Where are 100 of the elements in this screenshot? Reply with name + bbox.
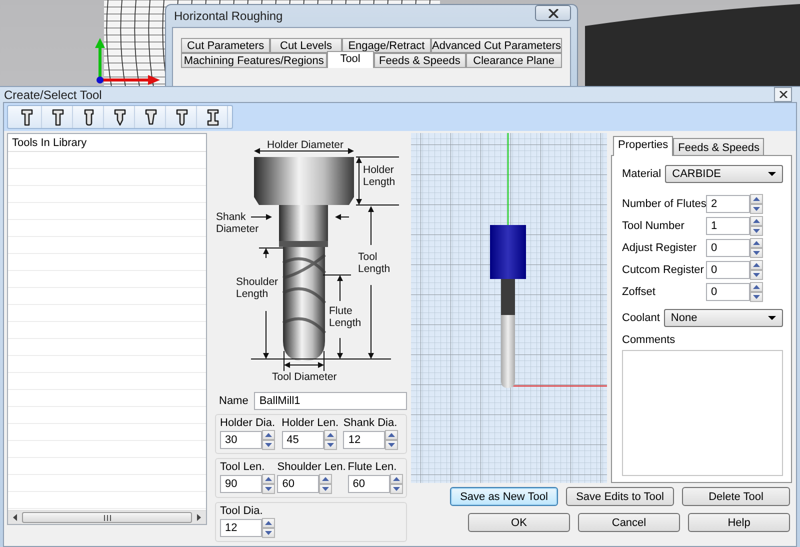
comments-field[interactable] (622, 350, 783, 476)
up-arrow-icon (392, 477, 400, 481)
spin-up-button[interactable] (750, 260, 763, 270)
spin-up-button[interactable] (319, 474, 332, 484)
tab[interactable]: Advanced Cut Parameters (430, 38, 562, 53)
field-label: Name (219, 395, 248, 407)
spin-down-button[interactable] (262, 440, 275, 450)
left-arrow-icon (13, 514, 17, 521)
close-button[interactable] (535, 5, 571, 21)
down-arrow-icon (388, 443, 396, 447)
spin-up-button[interactable] (750, 216, 763, 226)
spin-down-button[interactable] (324, 440, 337, 450)
coolant-dropdown[interactable]: None (664, 309, 783, 327)
number-field[interactable]: 12 (220, 519, 262, 537)
spin-up-button[interactable] (262, 430, 275, 440)
number-field[interactable]: 60 (277, 475, 320, 493)
spin-down-button[interactable] (750, 226, 763, 236)
down-arrow-icon (753, 273, 760, 277)
dialog-button[interactable]: OK (468, 513, 570, 532)
up-arrow-icon (265, 477, 272, 481)
spin-down-button[interactable] (262, 484, 275, 494)
down-arrow-icon (753, 295, 760, 299)
field-label: Shank Dia. (343, 417, 398, 429)
tab[interactable]: Cut Parameters (181, 38, 270, 53)
number-field[interactable]: 1 (706, 217, 750, 235)
down-arrow-icon (392, 487, 400, 491)
spin-down-button[interactable] (319, 484, 332, 494)
dimension-label: Tool Diameter (272, 371, 337, 383)
horizontal-scrollbar[interactable] (8, 510, 206, 524)
name-field[interactable]: BallMill1 (254, 392, 407, 410)
spin-down-button[interactable] (750, 204, 763, 214)
spin-down-button[interactable] (750, 292, 763, 302)
up-arrow-icon (265, 433, 272, 437)
number-field[interactable]: 0 (706, 261, 750, 279)
dialog-button[interactable]: Help (688, 513, 790, 532)
up-arrow-icon (753, 241, 760, 245)
axis-triad-icon (95, 38, 160, 85)
spin-up-button[interactable] (750, 282, 763, 292)
number-field[interactable]: 0 (706, 283, 750, 301)
tab[interactable]: Tool (326, 51, 374, 68)
up-arrow-icon (326, 433, 334, 437)
dimension-label: Tool Length (358, 251, 392, 275)
number-field[interactable]: 2 (706, 195, 750, 213)
right-arrow-icon (197, 514, 201, 521)
tab[interactable]: Engage/Retract (342, 38, 431, 53)
number-field[interactable]: 45 (282, 431, 324, 449)
spin-down-button[interactable] (262, 528, 275, 538)
spin-up-button[interactable] (324, 430, 337, 440)
down-arrow-icon (265, 487, 272, 491)
spin-up-button[interactable] (385, 430, 398, 440)
spin-down-button[interactable] (750, 270, 763, 280)
spin-up-button[interactable] (390, 474, 403, 484)
number-field[interactable]: 90 (220, 475, 262, 493)
field-label: Number of Flutes (622, 198, 706, 210)
tab[interactable]: Feeds & Speeds (374, 53, 466, 68)
material-dropdown[interactable]: CARBIDE (665, 165, 783, 183)
field-label: Tool Dia. (220, 505, 264, 517)
field-label: Holder Len. (282, 417, 340, 429)
tab[interactable]: Feeds & Speeds (673, 138, 764, 156)
up-arrow-icon (753, 197, 760, 201)
dialog-button[interactable]: Delete Tool (682, 487, 790, 506)
spin-down-button[interactable] (385, 440, 398, 450)
dialog-button[interactable]: Cancel (578, 513, 680, 532)
field-label: Adjust Register (622, 242, 698, 254)
tab[interactable]: Properties (613, 136, 674, 156)
spin-up-button[interactable] (750, 194, 763, 204)
close-button[interactable] (774, 87, 792, 102)
number-field[interactable]: 12 (343, 431, 386, 449)
dimension-label: Holder Length (363, 164, 396, 188)
down-arrow-icon (753, 251, 760, 255)
dialog-button[interactable]: Save as New Tool (450, 487, 558, 506)
dialog-button[interactable]: Save Edits to Tool (566, 487, 674, 506)
up-arrow-icon (388, 433, 396, 437)
close-icon (778, 91, 788, 98)
dialog-title: Horizontal Roughing (174, 9, 283, 23)
field-label: Holder Dia. (220, 417, 276, 429)
field-label: Zoffset (622, 286, 656, 298)
down-arrow-icon (753, 207, 760, 211)
spin-down-button[interactable] (390, 484, 403, 494)
spin-up-button[interactable] (262, 518, 275, 528)
down-arrow-icon (265, 443, 272, 447)
tab[interactable]: Machining Features/Regions (181, 53, 327, 68)
number-field[interactable]: 30 (220, 431, 262, 449)
up-arrow-icon (322, 477, 330, 481)
close-icon (548, 8, 558, 18)
up-arrow-icon (265, 521, 272, 525)
spin-up-button[interactable] (262, 474, 275, 484)
tool-library-list[interactable]: Tools In Library (7, 133, 207, 525)
field-label: Comments (622, 334, 676, 346)
tab[interactable]: Clearance Plane (466, 53, 562, 68)
caret-icon (768, 172, 776, 176)
tab[interactable]: Cut Levels (270, 38, 342, 53)
down-arrow-icon (265, 531, 272, 535)
spin-down-button[interactable] (750, 248, 763, 258)
number-field[interactable]: 0 (706, 239, 750, 257)
dimension-label: Shank Diameter (216, 211, 260, 235)
dimension-label: Holder Diameter (267, 139, 344, 151)
number-field[interactable]: 60 (348, 475, 390, 493)
field-label: Material (622, 168, 662, 180)
spin-up-button[interactable] (750, 238, 763, 248)
